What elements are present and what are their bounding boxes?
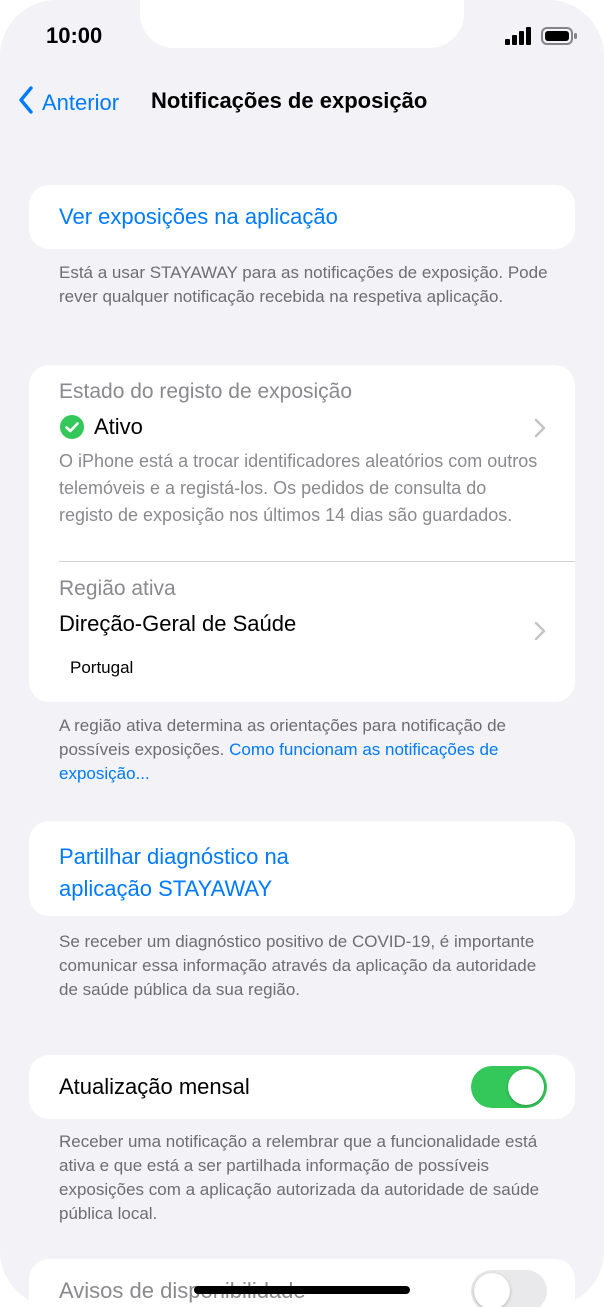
back-button[interactable]: Anterior — [18, 86, 119, 120]
chevron-right-icon — [534, 418, 546, 443]
availability-alerts-card: Avisos de disponibilidade — [29, 1259, 575, 1307]
region-name: Direção-Geral de Saúde — [59, 611, 297, 636]
region-country: Portugal — [70, 658, 134, 677]
chevron-right-icon — [534, 621, 546, 646]
notch — [140, 0, 464, 48]
monthly-update-label: Atualização mensal — [59, 1074, 250, 1099]
home-indicator[interactable] — [194, 1286, 410, 1294]
share-diagnosis-footer: Se receber um diagnóstico positivo de CO… — [59, 932, 537, 999]
share-diagnosis-line2: aplicação STAYAWAY — [59, 876, 273, 901]
share-diagnosis-card[interactable]: Partilhar diagnóstico na aplicação STAYA… — [29, 821, 575, 916]
share-diagnosis-button[interactable]: Partilhar diagnóstico na aplicação STAYA… — [59, 841, 289, 905]
exposure-log-status: Ativo — [59, 414, 143, 440]
active-region-row[interactable]: Região ativa Direção-Geral de Saúde Port… — [29, 562, 575, 702]
exposure-status-card: Estado do registo de exposição Ativo O i… — [29, 365, 575, 702]
region-footer: A região ativa determina as orientações … — [59, 714, 549, 786]
back-label: Anterior — [42, 90, 120, 115]
availability-alerts-toggle[interactable] — [471, 1270, 547, 1307]
exposure-status-value: Ativo — [94, 414, 143, 439]
view-exposures-footer: Está a usar STAYAWAY para as notificaçõe… — [59, 263, 548, 306]
signal-bars-icon — [505, 27, 533, 50]
page-title: Notificações de exposição — [151, 88, 428, 113]
view-exposures-button[interactable]: Ver exposições na aplicação — [59, 204, 338, 230]
exposure-log-label: Estado do registo de exposição — [59, 380, 353, 403]
exposure-log-description: O iPhone está a trocar identificadores a… — [59, 451, 538, 525]
monthly-update-toggle[interactable] — [471, 1066, 547, 1108]
share-diagnosis-line1: Partilhar diagnóstico na — [59, 844, 289, 869]
exposure-log-row[interactable]: Estado do registo de exposição Ativo O i… — [29, 365, 575, 561]
status-time: 10:00 — [46, 23, 103, 48]
battery-icon — [541, 27, 577, 50]
settings-screen: 10:00 Anterior Notificações de exposição — [0, 0, 604, 1307]
chevron-left-icon — [18, 86, 42, 120]
checkmark-circle-icon — [59, 414, 85, 440]
view-exposures-card: Ver exposições na aplicação — [29, 185, 575, 249]
monthly-update-card: Atualização mensal — [29, 1055, 575, 1119]
toggle-knob — [508, 1069, 544, 1105]
active-region-label: Região ativa — [59, 577, 176, 600]
status-icons — [505, 27, 577, 50]
monthly-update-footer: Receber uma notificação a relembrar que … — [59, 1132, 540, 1223]
toggle-knob — [474, 1273, 510, 1307]
